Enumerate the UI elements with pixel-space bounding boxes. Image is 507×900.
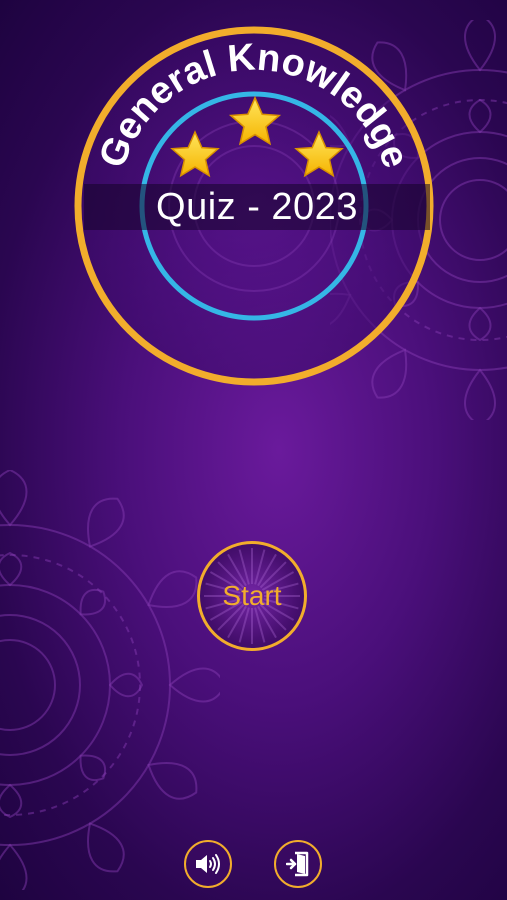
start-button[interactable]: Start — [197, 541, 307, 651]
subtitle-band: Quiz - 2023 — [84, 184, 430, 230]
subtitle-text: Quiz - 2023 — [156, 185, 358, 228]
mandala-decoration-bottom-left — [0, 470, 220, 890]
exit-button[interactable] — [274, 840, 322, 888]
speaker-volume-icon — [196, 854, 220, 874]
sound-toggle-button[interactable] — [184, 840, 232, 888]
main-menu-screen: General Knowledge Quiz - 2023 Start — [0, 0, 507, 900]
start-button-label: Start — [222, 580, 282, 611]
exit-door-icon — [286, 851, 309, 877]
